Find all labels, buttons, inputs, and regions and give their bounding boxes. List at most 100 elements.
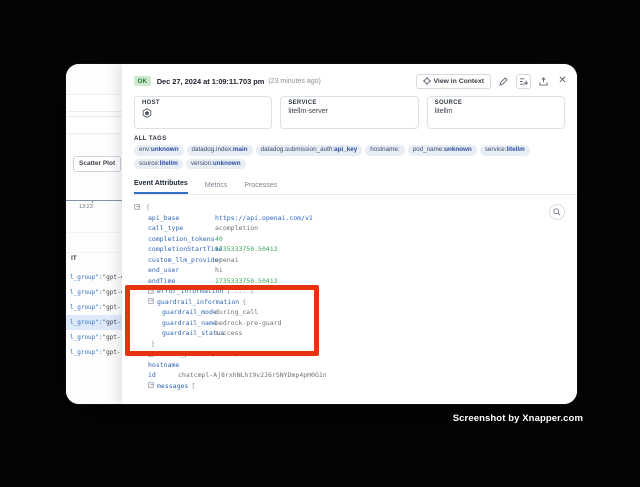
event-header: OK Dec 27, 2024 at 1:09:11.703 pm (23 mi… (134, 72, 569, 90)
json-row-guardrail_status: guardrail_statussuccess (134, 328, 565, 339)
json-value: 40 (215, 234, 223, 245)
tag-pill[interactable]: datadog.submission_auth:api_key (256, 145, 363, 156)
json-row-error_information[interactable]: error_information[ ... ] (134, 286, 565, 297)
json-row-hidden_params[interactable]: hidden_params[ ... ] (134, 349, 565, 360)
events-list-header: IT (71, 255, 77, 262)
tab-processes[interactable]: Processes (244, 182, 277, 194)
related-logs-icon[interactable] (516, 74, 531, 89)
edit-pencil-icon[interactable] (497, 75, 510, 88)
info-box-label: HOST (142, 100, 264, 106)
tag-pill[interactable]: hostname: (365, 145, 404, 156)
tab-metrics[interactable]: Metrics (205, 182, 228, 194)
collapse-icon[interactable] (148, 382, 154, 388)
status-badge: OK (134, 76, 151, 86)
json-key: call_type (148, 224, 183, 232)
json-value: { (146, 203, 150, 211)
host-hexagon-icon (142, 108, 152, 119)
json-row-endTime: endTime 1735333750.50412 (134, 276, 565, 287)
info-box-value (142, 108, 264, 119)
close-icon[interactable]: ✕ (556, 75, 569, 88)
json-value: [ ... ] (227, 287, 254, 295)
all-tags-section: ALL TAGS env:unknowndatadog.index:mainda… (134, 136, 565, 169)
info-box-label: SERVICE (288, 100, 410, 106)
json-value: [ (191, 382, 195, 390)
json-key: hidden_params (157, 350, 208, 358)
json-row-hostname: hostname (134, 360, 565, 371)
json-value: during_call (215, 307, 258, 318)
tag-pill[interactable]: source:litellm (134, 159, 183, 170)
expand-icon[interactable] (148, 351, 154, 357)
info-box-value: litellm-server (288, 108, 410, 115)
json-row-end_user: end_userhi (134, 265, 565, 276)
tag-pill[interactable]: env:unknown (134, 145, 184, 156)
view-in-context-label: View in Context (434, 78, 484, 85)
faded-row (66, 116, 124, 134)
json-row-guardrail_information[interactable]: guardrail_information{ (134, 297, 565, 308)
json-key: completionStartTime (148, 245, 222, 253)
json-value: { (242, 298, 246, 306)
header-actions: View in Context ✕ (416, 74, 569, 89)
tag-pill[interactable]: service:litellm (480, 145, 530, 156)
event-list-item[interactable]: l_group":"gpt-4o (66, 270, 126, 285)
event-list-item[interactable]: l_group":"gpt- (66, 300, 126, 315)
json-row-completionStartTime: completionStartTime1735333750.50412 (134, 244, 565, 255)
json-key: custom_llm_provider (148, 256, 222, 264)
tags-list: env:unknowndatadog.index:maindatadog.sub… (134, 145, 565, 169)
json-key: api_base (148, 214, 179, 222)
event-list-item[interactable]: l_group":"gpt- (66, 315, 126, 330)
event-list-item[interactable]: l_group":"gpt- (66, 345, 126, 360)
json-key: messages (157, 382, 188, 390)
search-button[interactable] (549, 204, 565, 220)
info-box-value: litellm (435, 108, 557, 115)
json-key: error_information (157, 287, 224, 295)
json-value: acompletion (215, 223, 258, 234)
json-value: 1735333750.50412 (215, 276, 278, 287)
json-row-messages[interactable]: messages[ (134, 381, 565, 392)
tag-pill[interactable]: datadog.index:main (187, 145, 253, 156)
collapse-icon[interactable] (134, 204, 140, 210)
json-value: hi (215, 265, 223, 276)
collapse-icon[interactable] (148, 298, 154, 304)
export-icon[interactable] (537, 75, 550, 88)
json-key: hostname (148, 361, 179, 369)
background-app-strip: Scatter Plot 13:23 IT l_group":"gpt-4ol_… (66, 64, 126, 404)
json-key: guardrail_name (162, 319, 217, 327)
scatter-plot-button[interactable]: Scatter Plot (73, 156, 121, 172)
json-key: guardrail_information (157, 298, 239, 306)
watermark-text: Screenshot by Xnapper.com (453, 413, 583, 424)
tab-event-attributes[interactable]: Event Attributes (134, 180, 188, 194)
json-key: completion_tokens (148, 235, 215, 243)
json-value: [ ... ] (211, 350, 238, 358)
json-value: openai (215, 255, 238, 266)
timeline-axis (66, 200, 126, 201)
info-box-source: SOURCE litellm (427, 96, 565, 129)
view-in-context-button[interactable]: View in Context (416, 74, 491, 89)
timeline-tick (92, 200, 93, 203)
detail-tabs: Event Attributes Metrics Processes (134, 176, 577, 195)
scope-icon (423, 77, 431, 85)
json-row-api_base: api_base https://api.openai.com/v1 (134, 213, 565, 224)
json-value[interactable]: https://api.openai.com/v1 (215, 213, 313, 224)
divider (66, 232, 126, 233)
event-list-item[interactable]: l_group":"gpt-4o (66, 285, 126, 300)
event-list-item[interactable]: l_group":"gpt- (66, 330, 126, 345)
json-value: success (215, 328, 242, 339)
faded-row (66, 94, 124, 112)
json-row-custom_llm_provider: custom_llm_provideropenai (134, 255, 565, 266)
screenshot-stage: Scatter Plot 13:23 IT l_group":"gpt-4ol_… (0, 0, 640, 487)
expand-icon[interactable] (148, 288, 154, 294)
json-key: endTime (148, 277, 175, 285)
event-timestamp: Dec 27, 2024 at 1:09:11.703 pm (157, 77, 265, 86)
search-icon (553, 208, 561, 216)
info-box-service: SERVICE litellm-server (280, 96, 418, 129)
info-box-label: SOURCE (435, 100, 557, 106)
json-row-completion_tokens: completion_tokens40 (134, 234, 565, 245)
timeline-tick-label: 13:23 (79, 204, 93, 210)
json-key: guardrail_mode (162, 308, 217, 316)
json-row: } (134, 339, 565, 350)
json-row[interactable]: { (134, 202, 565, 213)
json-value: } (151, 340, 155, 348)
tag-pill[interactable]: pod_name:unknown (408, 145, 477, 156)
tag-pill[interactable]: version:unknown (186, 159, 246, 170)
json-row-guardrail_name: guardrail_namebedrock-pre-guard (134, 318, 565, 329)
